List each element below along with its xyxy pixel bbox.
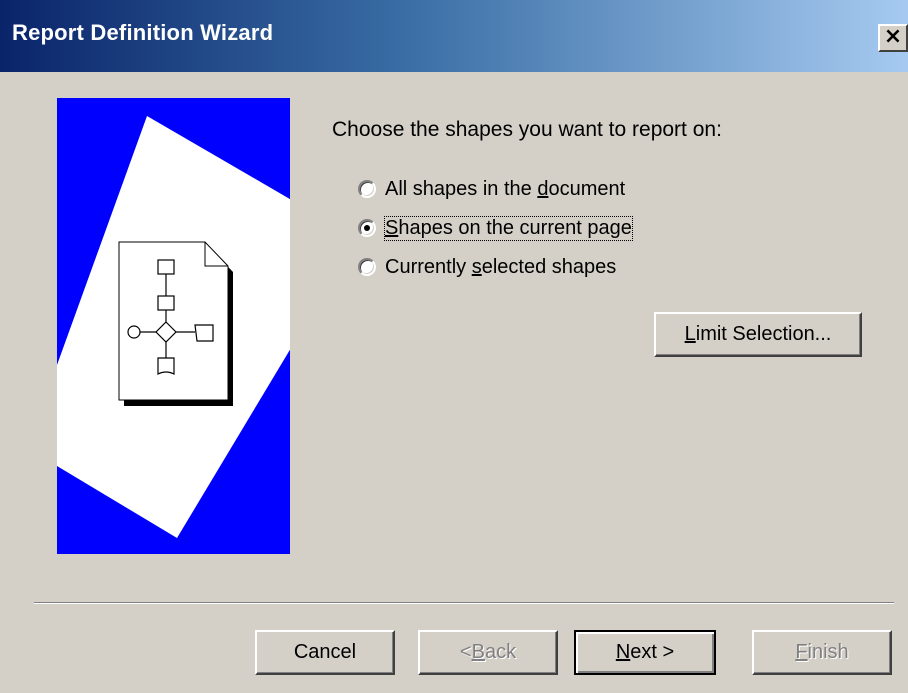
radio-all-shapes[interactable]: All shapes in the document xyxy=(358,176,625,202)
radio-label[interactable]: Shapes on the current page xyxy=(384,215,633,241)
close-icon: × xyxy=(883,24,903,49)
radio-circle[interactable] xyxy=(358,180,376,198)
next-button[interactable]: Next > xyxy=(574,630,716,675)
window-title: Report Definition Wizard xyxy=(12,20,274,45)
separator xyxy=(34,602,894,604)
radio-label[interactable]: All shapes in the document xyxy=(385,178,625,201)
close-button[interactable]: × xyxy=(878,24,908,52)
radio-current-page[interactable]: Shapes on the current page xyxy=(358,215,633,241)
radio-circle-checked[interactable] xyxy=(358,219,376,237)
radio-selected-shapes[interactable]: Currently selected shapes xyxy=(358,254,616,280)
radio-label[interactable]: Currently selected shapes xyxy=(385,256,616,279)
cancel-button[interactable]: Cancel xyxy=(255,630,395,675)
title-bar: Report Definition Wizard xyxy=(0,0,908,72)
wizard-illustration xyxy=(57,98,290,554)
back-button[interactable]: < Back xyxy=(418,630,558,675)
document-icon xyxy=(118,241,233,406)
prompt-text: Choose the shapes you want to report on: xyxy=(332,118,722,141)
radio-circle[interactable] xyxy=(358,258,376,276)
limit-selection-button[interactable]: Limit Selection... xyxy=(654,312,862,357)
finish-button[interactable]: Finish xyxy=(752,630,892,675)
flowchart-document-illustration xyxy=(57,116,290,538)
